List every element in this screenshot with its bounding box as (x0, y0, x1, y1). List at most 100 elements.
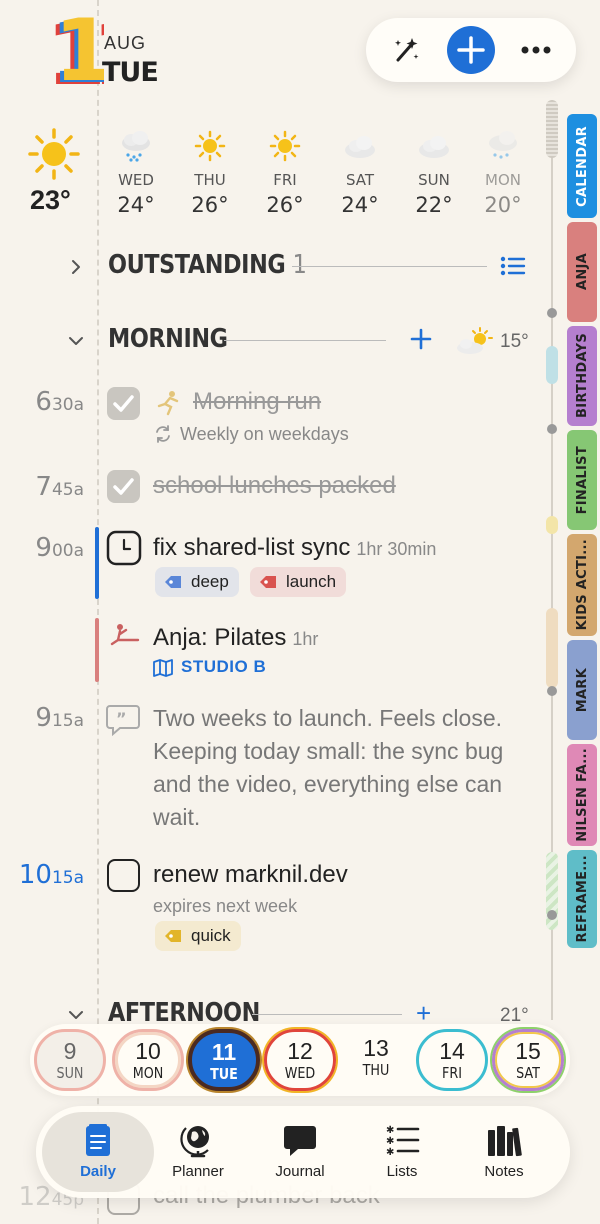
forecast-day: SAT 24° (330, 130, 390, 217)
svg-text:”: ” (116, 709, 127, 728)
timed-task-icon[interactable] (106, 530, 142, 566)
task-title[interactable]: school lunches packed (153, 472, 396, 500)
forecast-day: WED 24° (106, 130, 166, 217)
task-title[interactable]: renew marknil.dev (153, 861, 348, 889)
section-divider (292, 266, 487, 267)
today-temperature: 23° (30, 185, 71, 215)
event-title[interactable]: Anja: Pilates 1hr (153, 624, 318, 652)
morning-temperature: 15° (500, 331, 529, 352)
section-divider (224, 340, 386, 341)
sidebar-tab-calendar[interactable]: CALENDAR (567, 114, 597, 218)
morning-header[interactable]: MORNING (108, 324, 228, 354)
rain-cloud-icon (489, 131, 517, 159)
sidebar-tab-nilsen-family[interactable]: NILSEN FA... (567, 744, 597, 846)
task-checkbox[interactable] (107, 387, 140, 420)
date-sat-15[interactable]: 15 SAT (492, 1029, 564, 1091)
date-mon-10[interactable]: 10 MON (112, 1029, 184, 1091)
nav-journal[interactable]: Journal (244, 1112, 356, 1192)
task-checkbox[interactable] (107, 470, 140, 503)
svg-text:11: 11 (54, 8, 104, 92)
add-to-morning-icon[interactable] (410, 328, 432, 350)
svg-text:✱: ✱ (386, 1125, 394, 1136)
task-title[interactable]: fix shared-list sync 1hr 30min (153, 534, 436, 562)
chevron-right-icon[interactable] (66, 257, 86, 277)
event-marker (546, 346, 558, 384)
event-location[interactable]: STUDIO B (181, 657, 266, 677)
timeline-marker (547, 308, 557, 318)
event-marker (546, 516, 558, 534)
weekday-label: TUE (102, 57, 159, 88)
journal-note-text[interactable]: Two weeks to launch. Feels close. Keepin… (153, 702, 523, 834)
sidebar-tab-anja[interactable]: ANJA (567, 222, 597, 322)
outstanding-header[interactable]: OUTSTANDING 1 (108, 250, 307, 280)
tag-quick[interactable]: quick (155, 921, 241, 951)
rain-cloud-icon (122, 131, 150, 162)
task-title[interactable]: Morning run (193, 388, 321, 416)
timeline-marker (547, 424, 557, 434)
timeline-marker (547, 686, 557, 696)
sun-icon (194, 130, 226, 162)
forecast-day: FRI 26° (255, 130, 315, 217)
task-checkbox[interactable] (107, 859, 140, 892)
bottom-nav: Daily Planner Journal ✱ ✱ ✱ Lists Notes (36, 1106, 570, 1198)
calendar-color-bar (95, 618, 99, 682)
sidebar-tab-finalist[interactable]: FINALIST (567, 430, 597, 530)
cloud-icon (345, 136, 375, 158)
sidebar-tab-kids-activities[interactable]: KIDS ACTI... (567, 534, 597, 636)
journal-note-icon: ” (106, 705, 140, 736)
checkmark-icon (113, 395, 134, 412)
date-wed-12[interactable]: 12 WED (264, 1029, 336, 1091)
partly-sunny-icon (457, 327, 493, 354)
tag-launch[interactable]: launch (250, 567, 347, 597)
cloud-icon (419, 136, 449, 158)
item-time: 1015a (18, 860, 84, 890)
task-subtitle: expires next week (153, 896, 298, 916)
nav-lists[interactable]: ✱ ✱ ✱ Lists (346, 1112, 458, 1192)
running-icon (157, 391, 179, 416)
map-icon (153, 659, 173, 677)
svg-text:✱: ✱ (386, 1136, 394, 1147)
add-button[interactable] (439, 18, 503, 82)
chat-bubble-icon (284, 1126, 316, 1156)
tag-icon (165, 576, 181, 588)
nav-planner[interactable]: Planner (142, 1112, 254, 1192)
books-icon (488, 1126, 522, 1157)
date-tue-11[interactable]: 11 TUE (188, 1029, 260, 1091)
sidebar-tab-reframe[interactable]: REFRAME... (567, 850, 597, 948)
week-date-strip: 9 SUN 10 MON 11 TUE 12 WED 13 THU 14 FRI 15 SAT (30, 1024, 570, 1096)
sun-icon (28, 128, 80, 180)
top-toolbar (366, 18, 576, 82)
sidebar-tab-mark[interactable]: MARK (567, 640, 597, 740)
calendar-color-bar (95, 527, 99, 599)
section-divider (252, 1014, 402, 1015)
more-button[interactable] (504, 18, 568, 82)
day-number-graphic: 11 11 11 (46, 8, 104, 92)
nav-notes[interactable]: Notes (448, 1112, 560, 1192)
pilates-icon (110, 624, 140, 646)
svg-text:✱: ✱ (386, 1147, 394, 1158)
forecast-day: SUN 22° (404, 130, 464, 217)
chevron-down-icon[interactable] (66, 331, 86, 351)
plus-icon (447, 26, 495, 74)
timeline-marker (547, 910, 557, 920)
sidebar-tab-birthdays[interactable]: BIRTHDAYS (567, 326, 597, 426)
daily-icon (86, 1124, 110, 1156)
nav-daily[interactable]: Daily (42, 1112, 154, 1192)
scroll-thumb[interactable] (546, 100, 558, 158)
item-time: 630a (35, 387, 84, 417)
list-icon: ✱✱✱ (386, 1125, 420, 1158)
chevron-down-icon[interactable] (66, 1005, 86, 1025)
item-time: 900a (35, 533, 84, 563)
sun-icon (269, 130, 301, 162)
magic-wand-button[interactable] (374, 18, 438, 82)
date-thu-13[interactable]: 13 THU (340, 1029, 412, 1091)
checkmark-icon (113, 478, 134, 495)
list-view-icon[interactable] (500, 256, 526, 276)
date-sun-9[interactable]: 9 SUN (34, 1029, 106, 1091)
event-marker (546, 608, 558, 688)
repeat-label: Weekly on weekdays (180, 424, 349, 444)
date-fri-14[interactable]: 14 FRI (416, 1029, 488, 1091)
tag-icon (165, 930, 181, 942)
tag-deep[interactable]: deep (155, 567, 239, 597)
repeat-icon (156, 425, 170, 443)
